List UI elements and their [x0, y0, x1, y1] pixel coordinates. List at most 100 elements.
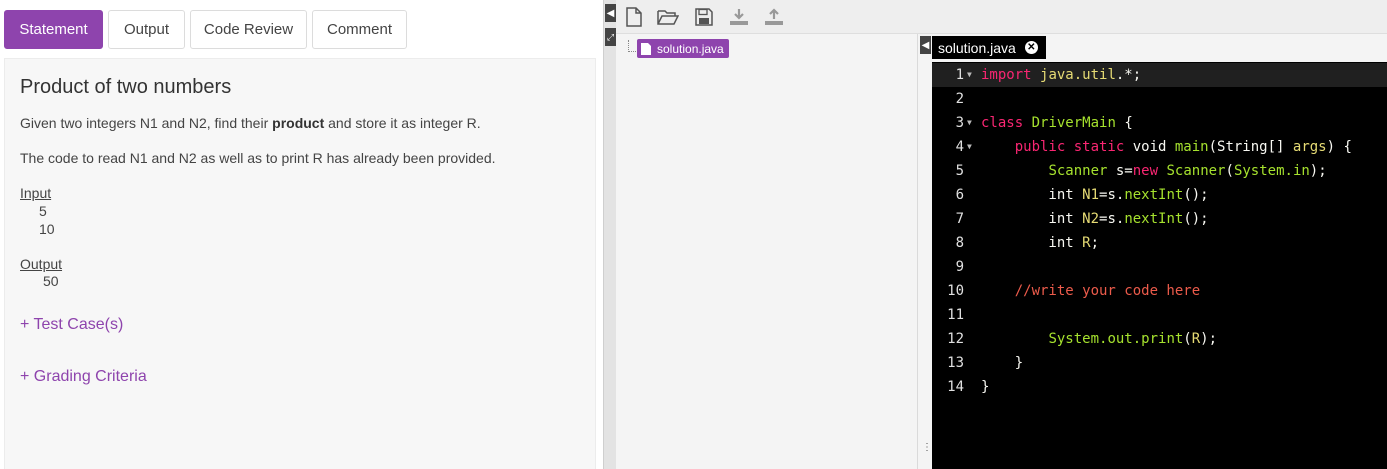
grading-criteria-toggle[interactable]: + Grading Criteria [20, 368, 147, 386]
tab-statement[interactable]: Statement [4, 10, 103, 49]
code-token: Scanner [1048, 163, 1108, 179]
save-icon[interactable] [692, 5, 716, 29]
code-token: void [1124, 139, 1175, 155]
code-text: import java.util.*; [981, 63, 1141, 87]
code-token: args [1292, 139, 1327, 155]
new-file-icon[interactable] [622, 5, 646, 29]
line-number: 13 [947, 355, 964, 371]
code-token: DriverMain [1031, 115, 1116, 131]
code-token: nextInt [1124, 211, 1184, 227]
collapse-tree-icon[interactable]: ◀ [920, 36, 931, 54]
code-token: N1 [1082, 187, 1100, 203]
resize-grip-icon[interactable]: ⋮ [922, 443, 932, 461]
code-line[interactable]: 3 ▼ class DriverMain { [932, 111, 1387, 135]
code-line[interactable]: 10 //write your code here [932, 279, 1387, 303]
expand-icon[interactable]: ⤢ [605, 28, 616, 46]
code-token: (String[] [1208, 139, 1293, 155]
code-text: //write your code here [981, 279, 1200, 303]
download-icon[interactable] [727, 5, 751, 29]
line-number: 2 [955, 91, 964, 107]
code-token: =s. [1099, 187, 1125, 203]
file-tree-item[interactable]: solution.java [637, 39, 729, 58]
code-token: nextInt [1124, 187, 1184, 203]
description-bold: product [272, 115, 325, 131]
problem-panel: Statement Output Code Review Comment Pro… [0, 0, 603, 469]
panel-separator[interactable]: ◀ ⤢ [603, 0, 616, 469]
code-line[interactable]: 1 ▼ import java.util.*; [932, 63, 1387, 87]
code-token: .*; [1115, 67, 1142, 83]
code-token: System.out.print [1048, 331, 1184, 347]
description-prefix: Given two integers N1 and N2, find their [20, 115, 273, 131]
code-token: //write your code here [1014, 283, 1201, 299]
collapse-left-icon[interactable]: ◀ [605, 4, 616, 22]
editor-area: ◀ solution.java ✕ ⋮ 1 ▼ import java.util.*… [918, 34, 1387, 469]
tree-connector [628, 40, 636, 52]
code-token: Scanner [1166, 163, 1226, 179]
line-number: 6 [955, 187, 964, 203]
line-number: 10 [947, 283, 964, 299]
line-number: 11 [947, 307, 964, 323]
code-token: s= [1107, 163, 1133, 179]
line-number: 9 [955, 259, 964, 275]
open-folder-icon[interactable] [656, 5, 680, 29]
code-text: int R; [981, 231, 1099, 255]
code-token: new [1132, 163, 1159, 179]
code-line[interactable]: 8 int R; [932, 231, 1387, 255]
code-token: int [981, 211, 1083, 227]
code-token: import [981, 67, 1032, 83]
code-text: int N1=s.nextInt(); [981, 183, 1209, 207]
code-token: System.in [1233, 163, 1310, 179]
code-line[interactable]: 6 int N1=s.nextInt(); [932, 183, 1387, 207]
tab-comment[interactable]: Comment [312, 10, 407, 49]
code-text: System.out.print(R); [981, 327, 1217, 351]
code-token: =s. [1099, 211, 1125, 227]
code-token: { [1115, 115, 1133, 131]
line-number: 1 [955, 67, 964, 83]
code-line[interactable]: 7 int N2=s.nextInt(); [932, 207, 1387, 231]
tab-output[interactable]: Output [108, 10, 185, 49]
code-token: R [1191, 331, 1201, 347]
code-editor[interactable]: 1 ▼ import java.util.*; 2 3 ▼ class DriverMain… [932, 62, 1387, 469]
fold-arrow-icon[interactable]: ▼ [967, 63, 972, 87]
editor-tab[interactable]: solution.java ✕ [932, 36, 1046, 59]
code-line[interactable]: 14} [932, 375, 1387, 399]
code-line[interactable]: 9 [932, 255, 1387, 279]
code-token: (); [1183, 211, 1209, 227]
code-line[interactable]: 5 Scanner s=new Scanner(System.in); [932, 159, 1387, 183]
editor-tab-label: solution.java [938, 39, 1016, 56]
file-icon [641, 42, 651, 55]
code-token: ; [1090, 235, 1100, 251]
code-line[interactable]: 12 System.out.print(R); [932, 327, 1387, 351]
line-number: 12 [947, 331, 964, 347]
close-icon[interactable]: ✕ [1024, 41, 1038, 54]
statement-content: Product of two numbers Given two integer… [4, 58, 596, 469]
code-line[interactable]: 4 ▼ public static void main(String[] args… [932, 135, 1387, 159]
line-number: 7 [955, 211, 964, 227]
tab-code-review[interactable]: Code Review [190, 10, 307, 49]
code-token: ) { [1326, 139, 1352, 155]
code-token: ); [1309, 163, 1327, 179]
line-number: 3 [955, 115, 964, 131]
input-value: 10 [39, 221, 55, 237]
test-cases-toggle[interactable]: + Test Case(s) [20, 316, 123, 334]
problem-description: Given two integers N1 and N2, find their… [20, 115, 481, 131]
code-line[interactable]: 11 [932, 303, 1387, 327]
line-number: 5 [955, 163, 964, 179]
code-line[interactable]: 2 [932, 87, 1387, 111]
code-token: ); [1200, 331, 1218, 347]
app-root: Statement Output Code Review Comment Pro… [0, 0, 1387, 469]
fold-arrow-icon[interactable]: ▼ [967, 111, 972, 135]
code-token: public static [1014, 139, 1125, 155]
code-token: ( [1225, 163, 1234, 179]
code-line[interactable]: 13 } [932, 351, 1387, 375]
code-token: (); [1183, 187, 1209, 203]
fold-arrow-icon[interactable]: ▼ [967, 135, 972, 159]
upload-icon[interactable] [762, 5, 786, 29]
code-text: } [981, 351, 1023, 375]
code-token: } [981, 379, 990, 395]
editor-toolbar [616, 0, 1387, 34]
